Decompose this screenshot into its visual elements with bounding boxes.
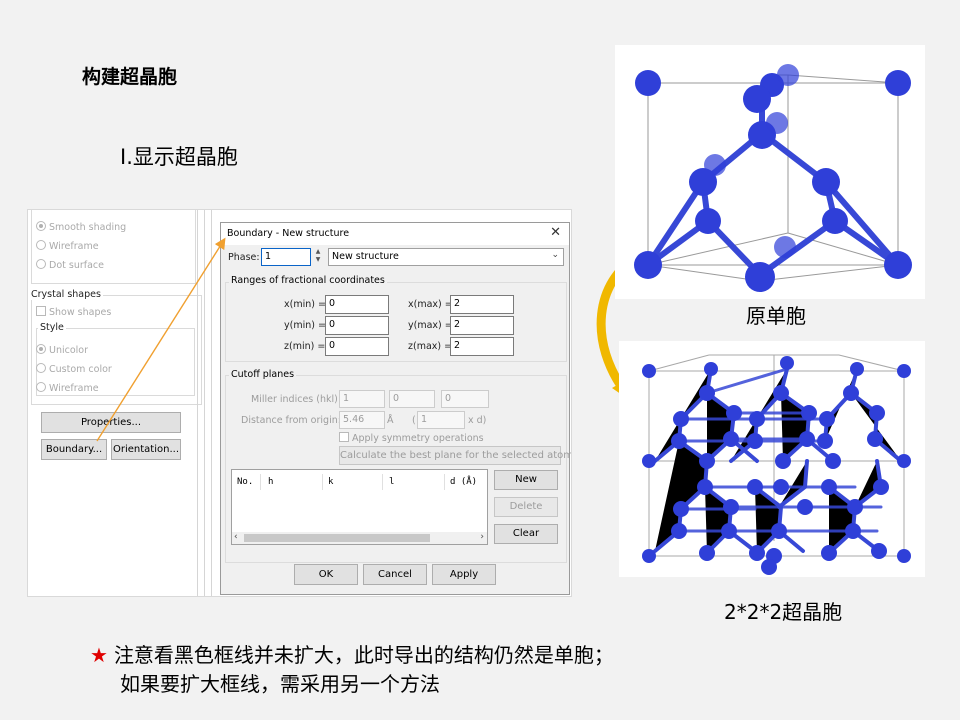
atom (642, 364, 656, 378)
atom (801, 405, 817, 421)
atom (885, 70, 911, 96)
atom (812, 168, 840, 196)
note-text: ★ 注意看黑色框线并未扩大，此时导出的结构仍然是单胞； 如果要扩大框线，需采用另一… (90, 641, 614, 699)
atom (819, 411, 835, 427)
unit-cell-image (615, 45, 925, 299)
atom (671, 433, 687, 449)
atom (749, 411, 765, 427)
atom (847, 499, 863, 515)
atom (723, 431, 739, 447)
atom (897, 364, 911, 378)
atom (897, 549, 911, 563)
atom (822, 208, 848, 234)
atom (699, 385, 715, 401)
atom (634, 251, 662, 279)
atom (673, 411, 689, 427)
supercell-caption: 2*2*2超晶胞 (724, 600, 843, 624)
atom (699, 453, 715, 469)
atom (697, 479, 713, 495)
atom (673, 501, 689, 517)
atom (671, 523, 687, 539)
atom (884, 251, 912, 279)
atom (723, 499, 739, 515)
atom (869, 405, 885, 421)
atom (695, 208, 721, 234)
atom (774, 236, 796, 258)
atom (642, 454, 656, 468)
atom (797, 499, 813, 515)
atom (766, 112, 788, 134)
note-line-2: 如果要扩大框线，需采用另一个方法 (120, 672, 440, 696)
atom (747, 433, 763, 449)
atom (699, 545, 715, 561)
atom (775, 453, 791, 469)
atom (745, 262, 775, 292)
atom (704, 362, 718, 376)
atom (773, 479, 789, 495)
atom (799, 431, 815, 447)
atom (825, 453, 841, 469)
atom (897, 454, 911, 468)
pointer-arrow (96, 237, 226, 442)
supercell-svg (642, 354, 911, 575)
atom (843, 385, 859, 401)
atom (771, 523, 787, 539)
atom (873, 479, 889, 495)
atom (780, 356, 794, 370)
atom (817, 433, 833, 449)
atom (871, 543, 887, 559)
atom (749, 545, 765, 561)
atom (867, 431, 883, 447)
atom (642, 549, 656, 563)
atom (777, 64, 799, 86)
supercell-image (619, 341, 925, 577)
atom (726, 405, 742, 421)
star-icon: ★ (90, 643, 108, 667)
unit-cell-caption: 原单胞 (746, 304, 806, 328)
atom (850, 362, 864, 376)
atom (721, 523, 737, 539)
atom (821, 545, 837, 561)
unit-cell-svg (634, 64, 912, 292)
atom (689, 168, 717, 196)
atom (773, 385, 789, 401)
atom (635, 70, 661, 96)
atom (747, 479, 763, 495)
atom (821, 479, 837, 495)
atom (743, 85, 771, 113)
atom (761, 559, 777, 575)
note-line-1: 注意看黑色框线并未扩大，此时导出的结构仍然是单胞； (113, 643, 614, 667)
atom (845, 523, 861, 539)
